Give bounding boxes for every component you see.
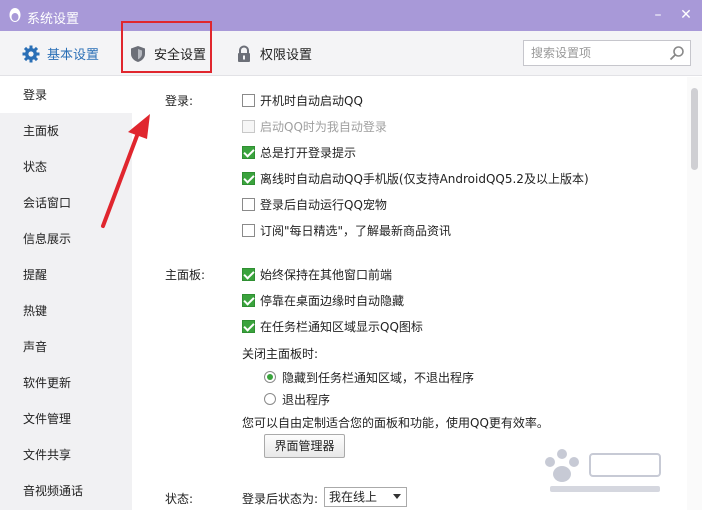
option-qq-pet[interactable]: 登录后自动运行QQ宠物 xyxy=(242,195,387,213)
option-label: 停靠在桌面边缘时自动隐藏 xyxy=(260,293,405,308)
sidebar-item-hotkeys[interactable]: 热键 xyxy=(0,293,132,329)
baidu-jingyan-watermark-icon xyxy=(545,449,661,492)
checkbox[interactable] xyxy=(242,223,255,237)
checkbox[interactable] xyxy=(242,319,255,333)
option-label: 启动QQ时为我自动登录 xyxy=(260,119,387,134)
checkbox[interactable] xyxy=(242,171,255,185)
radio-hide-to-tray[interactable]: 隐藏到任务栏通知区域，不退出程序 xyxy=(264,368,474,386)
checkbox[interactable] xyxy=(242,267,255,281)
option-label: 订阅"每日精选"，了解最新商品资讯 xyxy=(260,223,452,238)
scrollbar-thumb[interactable] xyxy=(691,88,698,170)
option-label: 始终保持在其他窗口前端 xyxy=(260,267,393,282)
radio-button[interactable] xyxy=(264,371,276,383)
option-mobile-qq[interactable]: 离线时自动启动QQ手机版(仅支持AndroidQQ5.2及以上版本) xyxy=(242,169,589,187)
status-select-value: 我在线上 xyxy=(329,490,378,504)
checkbox[interactable] xyxy=(242,119,255,133)
sidebar-item-chat-window[interactable]: 会话窗口 xyxy=(0,185,132,221)
after-login-status-label: 登录后状态为: xyxy=(242,492,319,506)
sidebar-item-login[interactable]: 登录 xyxy=(0,77,132,113)
sidebar: 登录 主面板 状态 会话窗口 信息展示 提醒 热键 声音 软件更新 文件管理 文… xyxy=(0,77,132,510)
search-box[interactable] xyxy=(523,40,691,66)
option-auto-login[interactable]: 启动QQ时为我自动登录 xyxy=(242,117,387,135)
lock-icon xyxy=(238,44,250,62)
close-button[interactable]: ✕ xyxy=(676,5,696,25)
sidebar-item-info-display[interactable]: 信息展示 xyxy=(0,221,132,257)
checkbox[interactable] xyxy=(242,293,255,307)
tab-label: 基本设置 xyxy=(47,48,100,63)
radio-label: 退出程序 xyxy=(282,392,331,407)
option-label: 总是打开登录提示 xyxy=(260,145,357,160)
search-input[interactable] xyxy=(524,41,664,65)
sidebar-item-main-panel[interactable]: 主面板 xyxy=(0,113,132,149)
option-autostart-qq[interactable]: 开机时自动启动QQ xyxy=(242,91,363,109)
login-section-label: 登录: xyxy=(165,94,194,108)
customize-hint: 您可以自由定制适合您的面板和功能，使用QQ更有效率。 xyxy=(242,416,549,430)
sidebar-item-status[interactable]: 状态 xyxy=(0,149,132,185)
option-label: 开机时自动启动QQ xyxy=(260,93,363,108)
interface-manager-button[interactable]: 界面管理器 xyxy=(264,434,345,458)
checkbox[interactable] xyxy=(242,93,255,107)
annotation-highlight-box xyxy=(121,21,212,73)
sidebar-item-av-calls[interactable]: 音视频通话 xyxy=(0,473,132,509)
option-login-prompt[interactable]: 总是打开登录提示 xyxy=(242,143,356,161)
minimize-button[interactable]: – xyxy=(648,5,668,25)
option-tray-icon[interactable]: 在任务栏通知区域显示QQ图标 xyxy=(242,317,423,335)
option-auto-hide[interactable]: 停靠在桌面边缘时自动隐藏 xyxy=(242,291,404,309)
chevron-down-icon xyxy=(393,494,401,499)
option-daily-picks[interactable]: 订阅"每日精选"，了解最新商品资讯 xyxy=(242,221,451,239)
sidebar-item-reminders[interactable]: 提醒 xyxy=(0,257,132,293)
status-select[interactable]: 我在线上 xyxy=(324,487,407,507)
option-label: 离线时自动启动QQ手机版(仅支持AndroidQQ5.2及以上版本) xyxy=(260,171,589,186)
radio-button[interactable] xyxy=(264,393,276,405)
sidebar-item-file-management[interactable]: 文件管理 xyxy=(0,401,132,437)
tab-permission-settings[interactable]: 权限设置 xyxy=(235,31,312,76)
option-label: 登录后自动运行QQ宠物 xyxy=(260,197,387,212)
checkbox[interactable] xyxy=(242,145,255,159)
close-panel-label: 关闭主面板时: xyxy=(242,347,319,361)
window-title: 系统设置 xyxy=(27,12,80,27)
sidebar-item-software-update[interactable]: 软件更新 xyxy=(0,365,132,401)
panel-section-label: 主面板: xyxy=(165,268,206,282)
status-section-label: 状态: xyxy=(165,492,194,506)
radio-label: 隐藏到任务栏通知区域，不退出程序 xyxy=(282,370,475,385)
radio-exit-program[interactable]: 退出程序 xyxy=(264,390,330,408)
title-bar: 系统设置 – ✕ xyxy=(0,0,702,31)
sidebar-item-sound[interactable]: 声音 xyxy=(0,329,132,365)
tab-label: 权限设置 xyxy=(260,48,313,63)
gear-icon xyxy=(22,45,40,62)
sidebar-item-file-sharing[interactable]: 文件共享 xyxy=(0,437,132,473)
qq-penguin-icon xyxy=(9,8,21,22)
search-icon[interactable] xyxy=(669,45,685,61)
option-label: 在任务栏通知区域显示QQ图标 xyxy=(260,319,423,334)
tab-basic-settings[interactable]: 基本设置 xyxy=(22,31,99,76)
option-always-on-top[interactable]: 始终保持在其他窗口前端 xyxy=(242,265,392,283)
checkbox[interactable] xyxy=(242,197,255,211)
